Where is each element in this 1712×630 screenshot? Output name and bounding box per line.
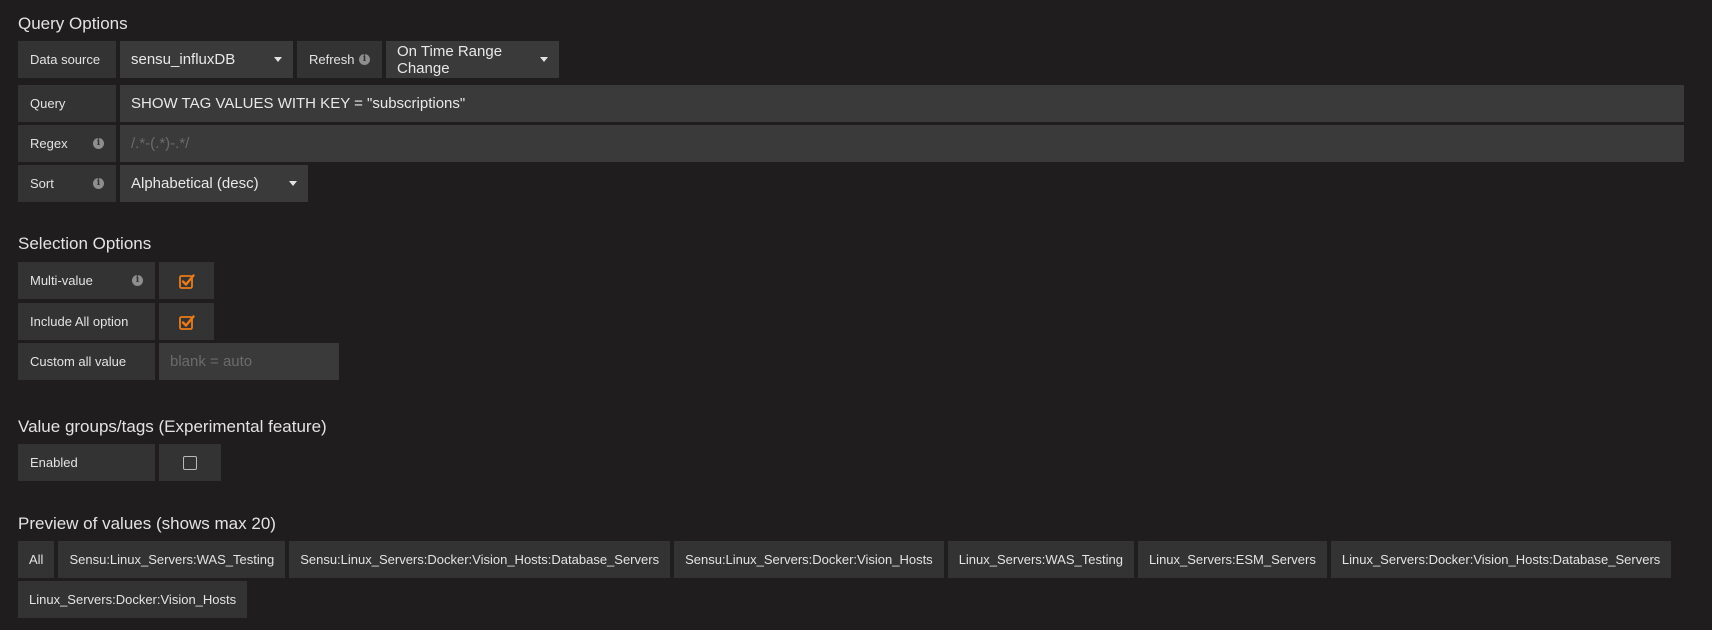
preview-row-2: Linux_Servers:Docker:Vision_Hosts <box>18 581 248 618</box>
preview-value: Linux_Servers:Docker:Vision_Hosts:Databa… <box>1330 541 1672 578</box>
selection-options-title: Selection Options <box>18 234 152 253</box>
data-source-label: Data source <box>18 41 116 78</box>
caret-down-icon <box>274 57 282 62</box>
preview-value: Linux_Servers:WAS_Testing <box>947 541 1134 578</box>
value-groups-title: Value groups/tags (Experimental feature) <box>18 417 327 436</box>
info-icon[interactable]: i <box>132 275 143 286</box>
sort-row: Sort i Alphabetical (desc) <box>18 165 308 202</box>
include-all-row: Include All option <box>18 303 214 340</box>
preview-value: Linux_Servers:Docker:Vision_Hosts <box>18 581 248 618</box>
query-row: Query SHOW TAG VALUES WITH KEY = "subscr… <box>18 85 1684 122</box>
enabled-row: Enabled <box>18 444 221 481</box>
preview-value: Sensu:Linux_Servers:Docker:Vision_Hosts:… <box>289 541 671 578</box>
preview-row-1: All Sensu:Linux_Servers:WAS_Testing Sens… <box>18 541 1672 578</box>
data-source-row: Data source sensu_influxDB Refresh i On … <box>18 41 559 78</box>
include-all-checkbox[interactable] <box>159 303 214 340</box>
checkbox-checked-icon <box>178 273 195 289</box>
regex-row: Regex i /.*-(.*)-.*/ <box>18 125 1684 162</box>
include-all-label: Include All option <box>18 303 155 340</box>
custom-all-label: Custom all value <box>18 343 155 380</box>
query-input[interactable]: SHOW TAG VALUES WITH KEY = "subscription… <box>120 85 1684 122</box>
sort-label: Sort i <box>18 165 116 202</box>
refresh-label: Refresh i <box>297 41 382 78</box>
multi-value-checkbox[interactable] <box>159 262 214 299</box>
multi-value-label: Multi-value i <box>18 262 155 299</box>
preview-value: Linux_Servers:ESM_Servers <box>1137 541 1327 578</box>
enabled-checkbox[interactable] <box>159 444 221 481</box>
info-icon[interactable]: i <box>93 138 104 149</box>
preview-value: Sensu:Linux_Servers:Docker:Vision_Hosts <box>674 541 944 578</box>
custom-all-row: Custom all value blank = auto <box>18 343 339 380</box>
query-label: Query <box>18 85 116 122</box>
custom-all-input[interactable]: blank = auto <box>159 343 339 380</box>
sort-select[interactable]: Alphabetical (desc) <box>120 165 308 202</box>
preview-title: Preview of values (shows max 20) <box>18 514 276 533</box>
enabled-label: Enabled <box>18 444 155 481</box>
info-icon[interactable]: i <box>93 178 104 189</box>
data-source-select[interactable]: sensu_influxDB <box>120 41 293 78</box>
caret-down-icon <box>540 57 548 62</box>
regex-label: Regex i <box>18 125 116 162</box>
checkbox-checked-icon <box>178 314 195 330</box>
query-options-title: Query Options <box>18 14 128 33</box>
info-icon[interactable]: i <box>359 54 370 65</box>
regex-input[interactable]: /.*-(.*)-.*/ <box>120 125 1684 162</box>
caret-down-icon <box>289 181 297 186</box>
multi-value-row: Multi-value i <box>18 262 214 299</box>
preview-value: All <box>18 541 55 578</box>
refresh-select[interactable]: On Time Range Change <box>386 41 559 78</box>
preview-value: Sensu:Linux_Servers:WAS_Testing <box>58 541 286 578</box>
checkbox-unchecked-icon <box>183 455 197 470</box>
